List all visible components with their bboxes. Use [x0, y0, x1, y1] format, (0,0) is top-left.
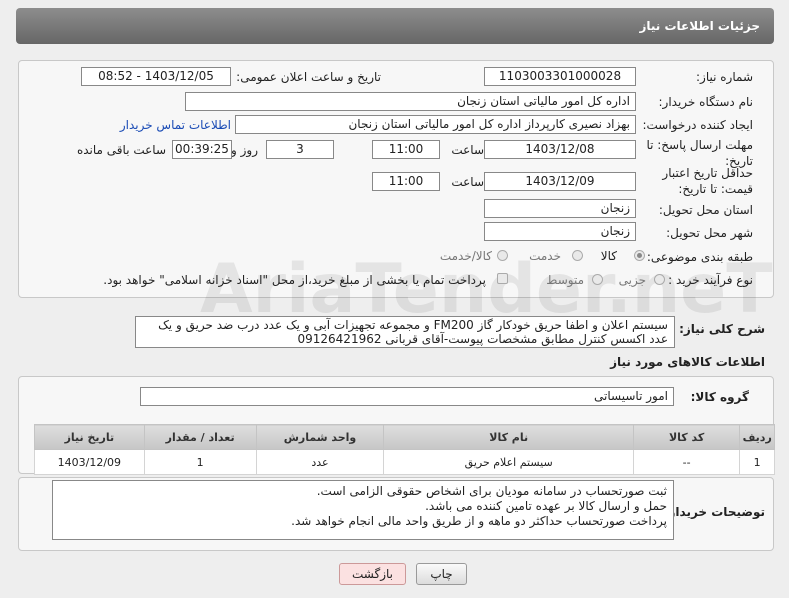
cell-date: 1403/12/09 — [34, 449, 145, 475]
process-option-partial: جزیی — [618, 273, 646, 287]
buyer-note-line: حمل و ارسال کالا بر عهده تامین کننده می … — [425, 499, 667, 513]
creator-label: ایجاد کننده درخواست: — [642, 118, 753, 132]
validity-label: حداقل تاریخ اعتبار قیمت: تا تاریخ: — [662, 166, 753, 196]
buyer-org-field: اداره کل امور مالیاتی استان زنجان — [185, 92, 636, 111]
goods-group-label: گروه کالا: — [690, 390, 749, 404]
col-date: تاریخ نیاز — [34, 424, 145, 450]
category-label: طبقه بندی موضوعی: — [646, 250, 753, 264]
goods-group-field: امور تاسیساتی — [140, 387, 674, 406]
buyer-org-label: نام دستگاه خریدار: — [658, 95, 754, 109]
process-radio-medium[interactable] — [592, 274, 603, 285]
announce-field: 1403/12/05 - 08:52 — [81, 67, 231, 86]
remaining-time-field: 00:39:25 — [172, 140, 232, 159]
description-label: شرح کلی نیاز: — [679, 322, 765, 336]
remaining-label: ساعت باقی مانده — [76, 143, 166, 157]
col-code: کد کالا — [632, 424, 741, 450]
need-number-label: شماره نیاز: — [696, 70, 753, 84]
col-name: نام کالا — [383, 424, 634, 450]
process-option-medium: متوسط — [546, 273, 584, 287]
deadline-time-label: ساعت — [451, 143, 484, 157]
contact-buyer-link[interactable]: اطلاعات تماس خریدار — [120, 118, 231, 132]
category-option-service: خدمت — [529, 249, 561, 263]
cell-qty: 1 — [143, 449, 257, 475]
page-title: جزئیات اطلاعات نیاز — [16, 8, 774, 44]
buyer-note-line: پرداخت صورتحساب حداکثر دو ماهه و از طریق… — [291, 514, 667, 528]
cell-name: سیستم اعلام حریق — [383, 449, 634, 475]
process-label: نوع فرآیند خرید : — [668, 273, 753, 287]
category-radio-goods[interactable] — [634, 250, 645, 261]
back-button[interactable]: بازگشت — [339, 563, 406, 585]
goods-table: ردیف کد کالا نام کالا واحد شمارش تعداد /… — [34, 424, 775, 475]
category-radio-goods-service[interactable] — [497, 250, 508, 261]
process-radio-partial[interactable] — [654, 274, 665, 285]
treasury-checkbox[interactable] — [497, 273, 508, 284]
validity-time-label: ساعت — [451, 175, 484, 189]
deadline-date-field: 1403/12/08 — [484, 140, 636, 159]
buyer-notes-label: توضیحات خریدار: — [663, 505, 765, 519]
process-note: پرداخت تمام یا بخشی از مبلغ خرید،از محل … — [103, 273, 486, 287]
city-field: زنجان — [484, 222, 636, 241]
category-option-goods-service: کالا/خدمت — [439, 249, 492, 263]
validity-time-field: 11:00 — [372, 172, 440, 191]
need-number-field: 1103003301000028 — [484, 67, 636, 86]
category-option-goods: کالا — [600, 249, 617, 263]
creator-field: بهزاد نصیری کارپرداز اداره کل امور مالیا… — [235, 115, 636, 134]
buyer-note-line: ثبت صورتحساب در سامانه مودیان برای اشخاص… — [316, 484, 667, 498]
col-row: ردیف — [739, 424, 775, 450]
city-label: شهر محل تحویل: — [666, 226, 753, 240]
col-unit: واحد شمارش — [255, 424, 385, 450]
goods-section-title: اطلاعات کالاهای مورد نیاز — [610, 355, 765, 369]
print-button[interactable]: چاپ — [416, 563, 467, 585]
announce-label: تاریخ و ساعت اعلان عمومی: — [236, 70, 381, 84]
cell-row: 1 — [739, 449, 775, 475]
buyer-notes-box: ثبت صورتحساب در سامانه مودیان برای اشخاص… — [52, 480, 674, 540]
days-field: 3 — [266, 140, 334, 159]
days-label: روز و — [231, 143, 258, 157]
province-field: زنجان — [484, 199, 636, 218]
cell-unit: عدد — [255, 449, 385, 475]
table-row: 1 -- سیستم اعلام حریق عدد 1 1403/12/09 — [34, 449, 775, 475]
province-label: استان محل تحویل: — [658, 203, 753, 217]
deadline-time-field: 11:00 — [372, 140, 440, 159]
validity-date-field: 1403/12/09 — [484, 172, 636, 191]
cell-code: -- — [632, 449, 741, 475]
description-text: سیستم اعلان و اطفا حریق خودکار گاز FM200… — [135, 316, 675, 348]
col-qty: تعداد / مقدار — [143, 424, 257, 450]
category-radio-service[interactable] — [572, 250, 583, 261]
